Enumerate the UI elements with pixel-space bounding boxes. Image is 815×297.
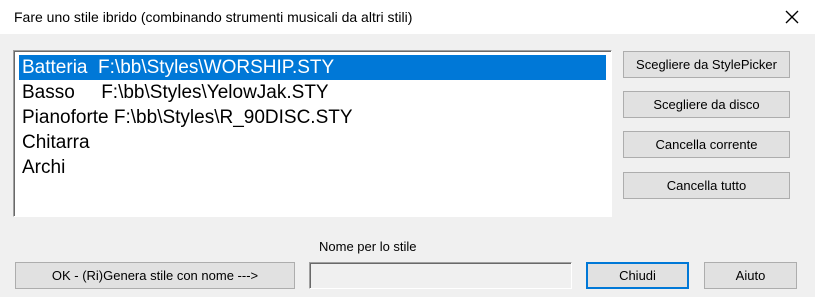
choose-from-disk-button[interactable]: Scegliere da disco bbox=[623, 91, 790, 118]
style-name-input[interactable] bbox=[309, 262, 572, 289]
ok-generate-style-button[interactable]: OK - (Ri)Genera stile con nome ---> bbox=[15, 262, 295, 289]
dialog-title: Fare uno stile ibrido (combinando strume… bbox=[14, 9, 413, 25]
list-item-bass[interactable]: Basso F:\bb\Styles\YelowJak.STY bbox=[19, 80, 606, 105]
close-button[interactable]: Chiudi bbox=[586, 262, 689, 289]
list-item-drums[interactable]: Batteria F:\bb\Styles\WORSHIP.STY bbox=[19, 55, 606, 80]
clear-all-button[interactable]: Cancella tutto bbox=[623, 172, 790, 199]
choose-from-stylepicker-button[interactable]: Scegliere da StylePicker bbox=[623, 51, 790, 78]
list-item-piano[interactable]: Pianoforte F:\bb\Styles\R_90DISC.STY bbox=[19, 105, 606, 130]
clear-current-button[interactable]: Cancella corrente bbox=[623, 131, 790, 158]
help-button[interactable]: Aiuto bbox=[704, 262, 797, 289]
instrument-style-list[interactable]: Batteria F:\bb\Styles\WORSHIP.STY Basso … bbox=[13, 50, 612, 217]
close-icon[interactable] bbox=[782, 7, 802, 27]
style-name-label: Nome per lo stile bbox=[319, 239, 417, 254]
list-item-guitar[interactable]: Chitarra bbox=[19, 130, 606, 155]
list-item-strings[interactable]: Archi bbox=[19, 155, 606, 180]
hybrid-style-dialog: Fare uno stile ibrido (combinando strume… bbox=[0, 0, 815, 297]
title-bar: Fare uno stile ibrido (combinando strume… bbox=[0, 0, 815, 34]
